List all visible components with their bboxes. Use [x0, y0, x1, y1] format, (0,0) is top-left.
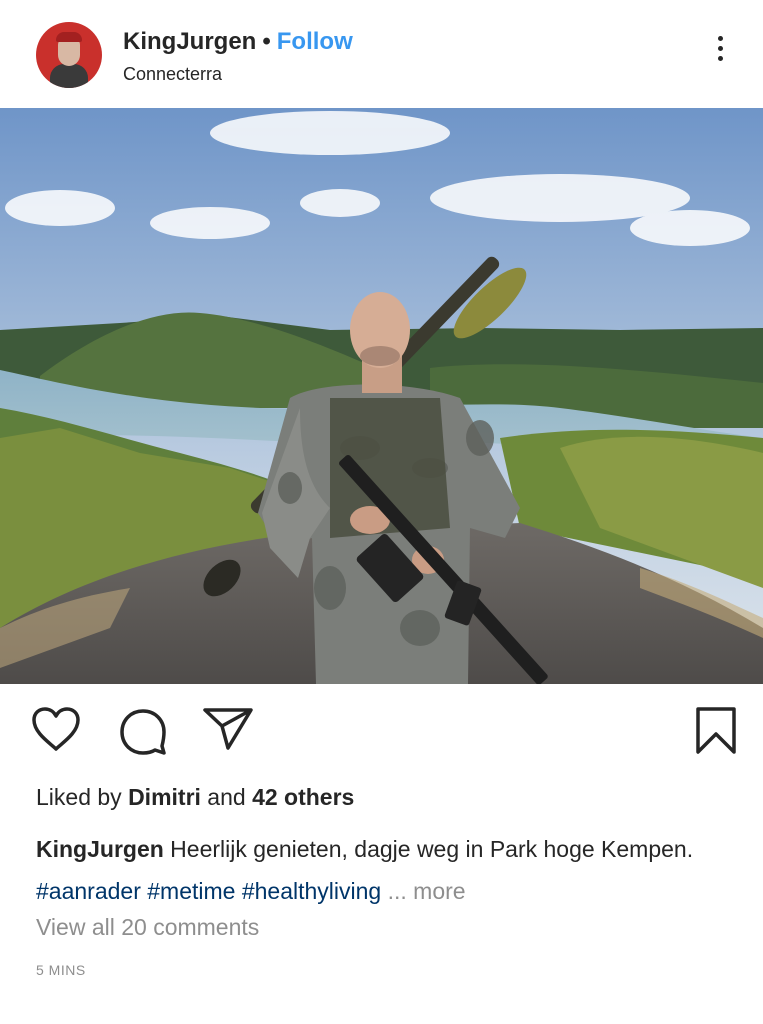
- likes-line[interactable]: Liked by Dimitri and 42 others: [36, 784, 354, 811]
- view-comments-link[interactable]: View all 20 comments: [36, 914, 259, 941]
- post-image[interactable]: [0, 108, 763, 684]
- location-link[interactable]: Connecterra: [123, 64, 222, 85]
- avatar[interactable]: [36, 22, 102, 88]
- more-options-icon[interactable]: [710, 36, 730, 70]
- post-header: KingJurgen • Follow Connecterra: [0, 0, 763, 108]
- action-bar: [0, 700, 763, 760]
- caption-hashtags[interactable]: #aanrader #metime #healthyliving: [36, 878, 381, 904]
- likes-middle: and: [200, 784, 253, 810]
- likes-others[interactable]: 42 others: [252, 784, 354, 810]
- caption-text: Heerlijk genieten, dagje weg in Park hog…: [163, 836, 694, 862]
- follow-button[interactable]: Follow: [277, 28, 353, 55]
- timestamp: 5 MINS: [36, 962, 86, 978]
- heart-icon[interactable]: [30, 706, 82, 752]
- separator-dot: •: [262, 28, 271, 55]
- caption: KingJurgen Heerlijk genieten, dagje weg …: [36, 828, 736, 912]
- share-icon[interactable]: [202, 706, 254, 752]
- caption-more-link[interactable]: ... more: [381, 878, 466, 904]
- liked-by-user[interactable]: Dimitri: [128, 784, 201, 810]
- username-link[interactable]: KingJurgen: [123, 28, 256, 55]
- user-line: KingJurgen • Follow: [123, 28, 353, 56]
- caption-username[interactable]: KingJurgen: [36, 836, 164, 862]
- comment-icon[interactable]: [118, 706, 168, 756]
- bookmark-icon[interactable]: [694, 706, 738, 756]
- likes-prefix: Liked by: [36, 784, 129, 810]
